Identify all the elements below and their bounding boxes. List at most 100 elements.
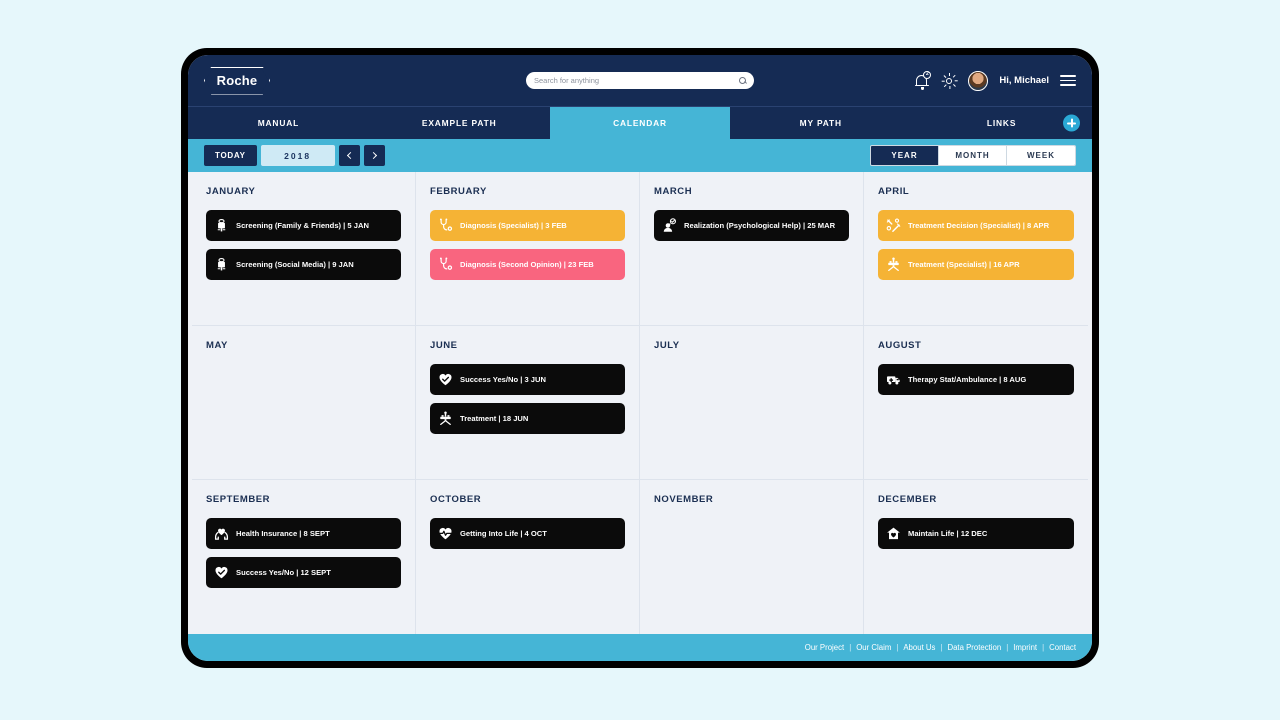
month-cell: JUNE Success Yes/No | 3 JUN Treatment | 18… bbox=[416, 326, 640, 480]
month-cell: JANUARY Screening (Family & Friends) | 5 … bbox=[192, 172, 416, 326]
burger-line bbox=[1060, 84, 1076, 87]
calendar-event[interactable]: Treatment (Specialist) | 16 APR bbox=[878, 249, 1074, 280]
search-box[interactable] bbox=[526, 72, 754, 89]
footer-separator: | bbox=[849, 643, 852, 652]
burger-line bbox=[1060, 79, 1076, 82]
month-label: OCTOBER bbox=[430, 494, 482, 505]
footer-link[interactable]: Imprint bbox=[1013, 643, 1037, 652]
footer-link[interactable]: Our Project bbox=[805, 643, 844, 652]
footer-link[interactable]: Data Protection bbox=[947, 643, 1001, 652]
month-label: NOVEMBER bbox=[654, 494, 714, 505]
calendar-event-label: Success Yes/No | 12 SEPT bbox=[236, 568, 331, 577]
month-cell: FEBRUARY Diagnosis (Specialist) | 3 FEB Di… bbox=[416, 172, 640, 326]
month-label: SEPTEMBER bbox=[206, 494, 271, 505]
search-input[interactable] bbox=[534, 76, 739, 85]
tab-manual[interactable]: MANUAL bbox=[188, 107, 369, 139]
tab-my-path[interactable]: MY PATH bbox=[730, 107, 911, 139]
logo-text: Roche bbox=[216, 73, 258, 88]
calendar-event-label: Treatment | 18 JUN bbox=[460, 414, 529, 423]
footer-separator: | bbox=[1006, 643, 1009, 652]
calendar-event-label: Screening (Social Media) | 9 JAN bbox=[236, 260, 354, 269]
user-greeting: Hi, Michael bbox=[999, 75, 1049, 86]
calendar-event[interactable]: Diagnosis (Specialist) | 3 FEB bbox=[430, 210, 625, 241]
medical-chair-icon bbox=[886, 257, 901, 272]
month-cell: MARCH Realization (Psychological Help) | … bbox=[640, 172, 864, 326]
footer-separator: | bbox=[1042, 643, 1045, 652]
today-button[interactable]: TODAY bbox=[204, 145, 257, 166]
calendar-grid: JANUARY Screening (Family & Friends) | 5 … bbox=[188, 172, 1092, 634]
calendar-event[interactable]: Treatment Decision (Specialist) | 8 APR bbox=[878, 210, 1074, 241]
calendar-event[interactable]: Maintain Life | 12 DEC bbox=[878, 518, 1074, 549]
calendar-event[interactable]: Realization (Psychological Help) | 25 MA… bbox=[654, 210, 849, 241]
view-month-button[interactable]: MONTH bbox=[939, 146, 1007, 165]
calendar-event[interactable]: Getting Into Life | 4 OCT bbox=[430, 518, 625, 549]
calendar-event[interactable]: Screening (Social Media) | 9 JAN bbox=[206, 249, 401, 280]
person-thought-icon bbox=[662, 218, 677, 233]
heartbeat-icon bbox=[438, 526, 453, 541]
footer-link[interactable]: About Us bbox=[903, 643, 935, 652]
previous-year-button[interactable] bbox=[338, 145, 360, 166]
footer-separator: | bbox=[940, 643, 943, 652]
screening-icon bbox=[214, 257, 229, 272]
medical-chair-icon bbox=[438, 411, 453, 426]
calendar-event-label: Treatment (Specialist) | 16 APR bbox=[908, 260, 1020, 269]
theme-toggle-button[interactable] bbox=[941, 72, 958, 89]
footer-separator: | bbox=[896, 643, 899, 652]
year-display[interactable]: 2018 bbox=[260, 145, 335, 166]
search-container bbox=[526, 72, 754, 89]
notifications-button[interactable]: 2 bbox=[914, 70, 932, 90]
calendar-event[interactable]: Diagnosis (Second Opinion) | 23 FEB bbox=[430, 249, 625, 280]
add-button[interactable] bbox=[1063, 114, 1080, 132]
tab-example-path[interactable]: EXAMPLE PATH bbox=[369, 107, 550, 139]
calendar-event-label: Treatment Decision (Specialist) | 8 APR bbox=[908, 221, 1050, 230]
calendar-event-label: Screening (Family & Friends) | 5 JAN bbox=[236, 221, 369, 230]
month-cell: NOVEMBER bbox=[640, 480, 864, 634]
sun-icon bbox=[946, 77, 953, 84]
screening-icon bbox=[214, 218, 229, 233]
sun-ray bbox=[943, 74, 947, 78]
avatar[interactable] bbox=[968, 70, 989, 91]
calendar-event[interactable]: Success Yes/No | 12 SEPT bbox=[206, 557, 401, 588]
sun-ray bbox=[941, 79, 945, 82]
sun-ray bbox=[948, 72, 951, 76]
heart-hands-icon bbox=[214, 526, 229, 541]
sun-ray bbox=[943, 83, 947, 87]
calendar-event-label: Health Insurance | 8 SEPT bbox=[236, 529, 330, 538]
calendar-event[interactable]: Success Yes/No | 3 JUN bbox=[430, 364, 625, 395]
home-heart-icon bbox=[886, 526, 901, 541]
roche-logo[interactable]: Roche bbox=[204, 66, 270, 95]
footer-link[interactable]: Our Claim bbox=[856, 643, 891, 652]
month-label: JANUARY bbox=[206, 186, 256, 197]
month-cell: SEPTEMBER Health Insurance | 8 SEPT Succes… bbox=[192, 480, 416, 634]
month-cell: MAY bbox=[192, 326, 416, 480]
calendar-event-label: Realization (Psychological Help) | 25 MA… bbox=[684, 221, 836, 230]
calendar-event[interactable]: Health Insurance | 8 SEPT bbox=[206, 518, 401, 549]
calendar-event[interactable]: Screening (Family & Friends) | 5 JAN bbox=[206, 210, 401, 241]
stethoscope-icon bbox=[438, 257, 453, 272]
calendar-event[interactable]: Therapy Stat/Ambulance | 8 AUG bbox=[878, 364, 1074, 395]
next-year-button[interactable] bbox=[363, 145, 385, 166]
search-icon[interactable] bbox=[739, 77, 746, 84]
month-label: AUGUST bbox=[878, 340, 922, 351]
tab-calendar[interactable]: CALENDAR bbox=[549, 107, 731, 139]
calendar-event[interactable]: Treatment | 18 JUN bbox=[430, 403, 625, 434]
footer: Our Project | Our Claim | About Us | Data Prot… bbox=[188, 634, 1092, 661]
month-label: MAY bbox=[206, 340, 228, 351]
calendar-event-label: Therapy Stat/Ambulance | 8 AUG bbox=[908, 375, 1027, 384]
app-screen: Roche 2 bbox=[188, 55, 1092, 661]
ambulance-icon bbox=[886, 372, 901, 387]
view-year-button[interactable]: YEAR bbox=[871, 146, 939, 165]
month-cell: DECEMBER Maintain Life | 12 DEC bbox=[864, 480, 1088, 634]
hamburger-menu-icon[interactable] bbox=[1060, 72, 1076, 89]
calendar-event-label: Diagnosis (Second Opinion) | 23 FEB bbox=[460, 260, 594, 269]
stethoscope-icon bbox=[438, 218, 453, 233]
month-label: JUNE bbox=[430, 340, 458, 351]
burger-line bbox=[1060, 74, 1076, 77]
plus-icon-bar bbox=[1067, 122, 1076, 124]
pills-syringe-icon bbox=[886, 218, 901, 233]
top-bar-actions: 2 Hi, Michael bbox=[914, 70, 1076, 91]
view-week-button[interactable]: WEEK bbox=[1007, 146, 1075, 165]
calendar-event-label: Maintain Life | 12 DEC bbox=[908, 529, 988, 538]
month-cell: JULY bbox=[640, 326, 864, 480]
footer-link[interactable]: Contact bbox=[1049, 643, 1076, 652]
